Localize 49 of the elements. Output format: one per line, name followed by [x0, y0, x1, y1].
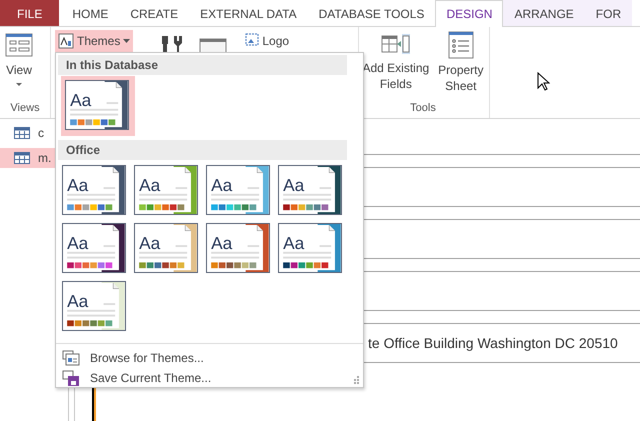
resize-grip-icon[interactable] — [352, 376, 360, 384]
field-value: te Office Building Washington DC 20510 — [368, 335, 618, 351]
ribbon-tab[interactable]: CREATE — [119, 0, 190, 26]
theme-thumbnail[interactable]: Aa — [278, 223, 344, 275]
theme-thumbnail[interactable]: Aa — [206, 223, 272, 275]
sample-text: Aa — [283, 232, 304, 253]
caret-icon — [123, 38, 130, 44]
theme-thumbnail[interactable]: Aa — [206, 165, 272, 217]
ribbon-tab[interactable]: EXTERNAL DATA — [189, 0, 308, 26]
mouse-cursor-icon — [537, 72, 550, 92]
caret-icon — [15, 80, 23, 88]
theme-thumbnail[interactable]: Aa — [62, 165, 128, 217]
ribbon-tab[interactable]: FOR — [584, 0, 632, 26]
view-button[interactable]: View — [4, 30, 34, 102]
ribbon-tab[interactable]: DATABASE TOOLS — [308, 0, 436, 26]
theme-thumbnail[interactable]: Aa — [134, 165, 200, 217]
theme-thumbnail[interactable]: Aa — [62, 223, 128, 275]
sample-text: Aa — [211, 174, 232, 195]
sample-text: Aa — [139, 232, 160, 253]
browse-themes-item[interactable]: Browse for Themes... — [56, 348, 363, 368]
themes-button[interactable]: Themes — [55, 30, 134, 52]
ribbon-tab[interactable]: ARRANGE — [503, 0, 585, 26]
property-sheet-icon — [446, 30, 475, 60]
theme-thumbnail[interactable]: Aa — [61, 76, 135, 136]
logo-button[interactable]: Logo — [243, 30, 290, 52]
theme-thumbnail[interactable]: Aa — [278, 165, 344, 217]
sample-text: Aa — [70, 90, 92, 110]
ribbon-tab[interactable]: FILE — [0, 0, 60, 26]
sample-text: Aa — [67, 290, 88, 311]
sample-text: Aa — [211, 232, 232, 253]
property-sheet-button[interactable]: Property Sheet — [436, 30, 485, 102]
table-icon — [14, 127, 30, 139]
group-label: Tools — [409, 102, 437, 116]
ribbon-tab[interactable]: HOME — [61, 0, 120, 26]
section-header: In this Database — [58, 55, 347, 75]
browse-themes-icon — [62, 350, 80, 366]
add-existing-fields-button[interactable]: Add Existing Fields — [361, 30, 431, 102]
theme-icon — [58, 33, 74, 49]
theme-thumbnail[interactable]: Aa — [134, 223, 200, 275]
ribbon-tab[interactable]: DESIGN — [435, 0, 504, 27]
group-label: Views — [9, 102, 41, 116]
sample-text: Aa — [67, 232, 88, 253]
sample-text: Aa — [139, 174, 160, 195]
section-header: Office — [58, 140, 347, 160]
table-icon — [14, 152, 30, 164]
save-theme-item[interactable]: Save Current Theme... — [56, 368, 363, 388]
sample-text: Aa — [67, 174, 88, 195]
theme-thumbnail[interactable]: Aa — [62, 281, 128, 333]
sample-text: Aa — [283, 174, 304, 195]
